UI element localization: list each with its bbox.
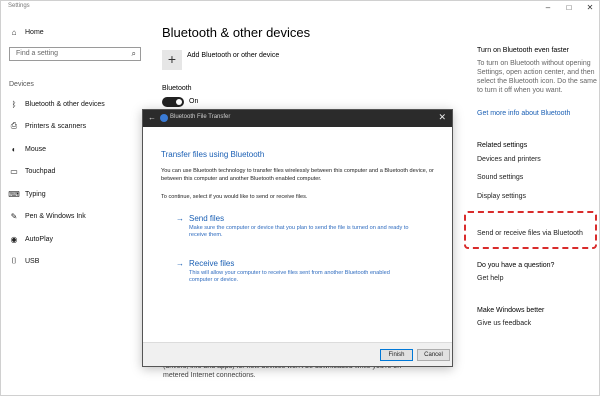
pen-icon: ✎ (10, 211, 18, 221)
dialog-heading: Transfer files using Bluetooth (161, 150, 265, 159)
touchpad-icon: ▭ (10, 166, 18, 176)
tip-heading: Turn on Bluetooth even faster (477, 47, 569, 54)
bluetooth-icon: ᛒ (11, 99, 17, 109)
toggle-state: On (189, 98, 199, 105)
nav-item-label: Printers & scanners (25, 122, 87, 130)
send-files-desc: Make sure the computer or device that yo… (189, 225, 409, 238)
keyboard-icon: ⌨ (8, 189, 20, 199)
nav-section-devices: Devices (9, 81, 34, 88)
dialog-close-button[interactable]: ✕ (438, 112, 446, 123)
get-help-link[interactable]: Get help (477, 274, 503, 283)
minimize-button[interactable]: – (541, 2, 555, 13)
page-title: Bluetooth & other devices (162, 25, 311, 40)
add-device-label[interactable]: Add Bluetooth or other device (187, 52, 279, 59)
arrow-right-icon: → (176, 214, 184, 223)
nav-item-label: Typing (25, 190, 46, 198)
back-arrow-icon[interactable]: ← (148, 113, 156, 122)
dialog-footer: Finish Cancel (143, 342, 452, 366)
cancel-button[interactable]: Cancel (417, 349, 450, 361)
related-display-settings[interactable]: Display settings (477, 192, 526, 201)
usb-icon: ⌷ (11, 256, 17, 265)
nav-home-label: Home (25, 28, 44, 36)
title-bar: Settings – □ ✕ (1, 1, 600, 15)
dialog-title: Bluetooth File Transfer (170, 114, 231, 120)
nav-item-typing[interactable]: ⌨ Typing (8, 187, 46, 201)
receive-files-option[interactable]: Receive files (189, 259, 234, 268)
bluetooth-label: Bluetooth (162, 85, 192, 92)
search-box[interactable]: Find a setting ⌕ (9, 47, 141, 61)
highlight-box (464, 211, 597, 249)
tip-body: To turn on Bluetooth without opening Set… (477, 60, 597, 94)
nav-item-pen[interactable]: ✎ Pen & Windows Ink (9, 209, 86, 223)
nav-item-label: Bluetooth & other devices (25, 100, 105, 108)
bluetooth-file-transfer-dialog: ← Bluetooth File Transfer ✕ Transfer fil… (142, 109, 453, 367)
nav-item-label: Pen & Windows Ink (25, 212, 86, 220)
send-files-option[interactable]: Send files (189, 214, 224, 223)
dialog-title-bar: ← Bluetooth File Transfer ✕ (143, 110, 452, 127)
autoplay-icon: ◉ (10, 234, 18, 244)
related-heading: Related settings (477, 142, 528, 149)
search-input[interactable]: Find a setting (16, 50, 58, 57)
search-icon: ⌕ (131, 49, 136, 58)
toggle-knob (176, 99, 182, 105)
close-button[interactable]: ✕ (583, 2, 597, 13)
nav-item-autoplay[interactable]: ◉ AutoPlay (9, 232, 54, 246)
nav-item-label: AutoPlay (25, 235, 54, 243)
question-heading: Do you have a question? (477, 262, 555, 269)
bluetooth-icon (160, 114, 168, 122)
settings-window: Settings – □ ✕ ⌂ Home Find a setting ⌕ D… (0, 0, 600, 396)
related-sound-settings[interactable]: Sound settings (477, 173, 523, 182)
receive-files-desc: This will allow your computer to receive… (189, 270, 390, 283)
printer-icon: ⎙ (10, 121, 18, 130)
nav-item-touchpad[interactable]: ▭ Touchpad (9, 164, 55, 178)
nav-item-label: Touchpad (25, 167, 56, 175)
nav-item-usb[interactable]: ⌷ USB (9, 254, 40, 268)
nav-item-label: USB (25, 257, 40, 265)
finish-button[interactable]: Finish (380, 349, 413, 361)
make-better-heading: Make Windows better (477, 307, 545, 314)
maximize-button[interactable]: □ (562, 2, 576, 13)
arrow-right-icon: → (176, 259, 184, 268)
bluetooth-toggle[interactable] (162, 97, 184, 107)
nav-item-printers[interactable]: ⎙ Printers & scanners (9, 119, 86, 133)
nav-item-mouse[interactable]: ◐ Mouse (9, 142, 46, 156)
dialog-question: To continue, select if you would like to… (161, 194, 308, 200)
nav-home[interactable]: ⌂ Home (9, 25, 44, 39)
nav-item-label: Mouse (25, 145, 47, 153)
more-info-link[interactable]: Get more info about Bluetooth (477, 109, 570, 118)
feedback-link[interactable]: Give us feedback (477, 319, 531, 328)
related-devices-printers[interactable]: Devices and printers (477, 155, 541, 164)
dialog-intro: You can use Bluetooth technology to tran… (161, 168, 434, 182)
mouse-icon: ◐ (11, 144, 17, 154)
plus-icon: + (167, 51, 177, 67)
add-device-button[interactable]: + (162, 50, 182, 70)
window-title: Settings (8, 3, 30, 9)
nav-item-bluetooth[interactable]: ᛒ Bluetooth & other devices (9, 97, 105, 111)
home-icon: ⌂ (11, 27, 17, 37)
